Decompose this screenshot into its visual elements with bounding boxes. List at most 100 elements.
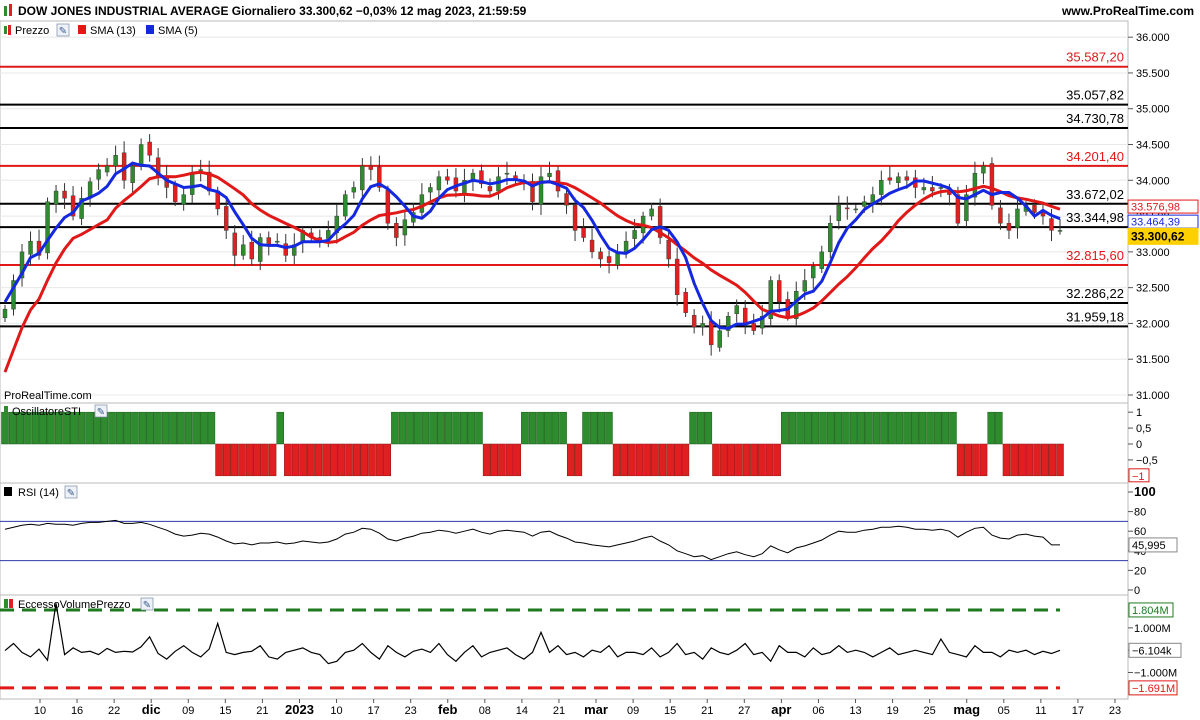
candle-body [351,187,357,193]
candle-body [1015,208,1020,229]
wrench-icon[interactable]: ✎ [140,597,154,611]
wrench-icon[interactable]: ✎ [94,404,108,418]
sti-bar [467,411,476,445]
sti-bar [391,411,399,445]
time-tick-label: feb [438,702,458,717]
wrench-icon[interactable]: ✎ [64,485,78,499]
wrench-icon[interactable]: ✎ [56,23,70,37]
candle-body [283,243,288,256]
sti-bar [918,411,927,445]
level-label: 34.730,78 [1066,111,1124,126]
sti-bar [245,443,254,477]
candle-body [28,240,33,255]
sti-bar [712,443,720,477]
candle-body [249,242,254,260]
candle-body [598,251,603,260]
legend-price: Prezzo [15,25,49,37]
time-tick-label: 2023 [285,702,314,717]
candle-body [232,232,237,256]
time-tick-label: 25 [924,705,936,717]
sti-bar [689,411,697,445]
rsi-title: RSI (14) [18,487,59,499]
volume-title: EccessoVolumePrezzo [18,599,131,611]
time-tick-label: 14 [516,705,528,717]
time-tick-label: 21 [256,705,268,717]
time-tick-label: 15 [664,705,676,717]
time-tick-label: 17 [1072,705,1084,717]
sti-bar [406,411,414,445]
level-label: 33.672,02 [1066,187,1124,202]
sti-bar [322,443,330,477]
candle-body [181,194,186,205]
sti-bar [544,411,552,445]
candle-body [606,256,612,263]
price-tick-label: 32.500 [1136,283,1170,295]
sti-bar [651,443,659,477]
sti-bar [437,411,445,445]
candle-body [811,265,816,279]
sti-bar [1,411,9,445]
sti-bar [903,411,911,445]
candle-body [743,307,748,324]
sti-bar [857,411,865,445]
candle-body [147,141,152,156]
sti-bar [528,411,537,445]
volume-upper-label: 1.804M [1132,605,1169,617]
sti-bar [765,443,774,477]
time-tick-label: 21 [553,705,565,717]
sti-bar [1056,443,1064,477]
sti-bar [811,411,820,445]
sti-tick-label: 1 [1136,407,1142,419]
volume-legend-swatch [4,599,8,608]
candle-body [555,170,561,192]
sti-bar [253,443,262,477]
candle-body [241,244,246,256]
sti-bar [674,443,682,477]
candle-body [258,237,263,262]
candle-body [445,176,450,181]
sti-bar [123,411,132,445]
sti-bar [1040,443,1049,477]
rsi-panel [0,482,1129,596]
candle-body [572,205,578,231]
price-tick-label: 34.000 [1136,175,1170,187]
sti-bar [964,443,973,477]
sti-bar [681,443,690,477]
sti-bar [566,443,575,477]
sti-bar [307,443,315,477]
candle-body [1032,205,1037,213]
candle-body [904,176,910,181]
sti-bar [949,411,957,445]
sti-bar [368,443,376,477]
sti-bar [314,443,323,477]
candle-body [224,206,229,231]
time-tick-label: 17 [367,705,379,717]
sma13-swatch [78,25,86,34]
time-tick-label: 27 [738,705,750,717]
price-tick-label: 33.000 [1136,247,1170,259]
price-tick-label: 35.500 [1136,68,1170,80]
rsi-tick-label: 80 [1134,507,1146,519]
rsi-legend-swatch [4,487,12,496]
candle-body [343,194,348,217]
sti-bar [337,443,346,477]
candle-body [632,230,637,239]
sti-axis: 1 0,5 0 −0,5 −1 [1128,407,1158,483]
sti-bar [421,411,430,445]
sti-bar [177,411,185,445]
sti-bar [735,443,743,477]
price-badge-label: 33.300,62 [1131,229,1185,243]
sti-bar [345,443,353,477]
time-tick-label: 08 [479,705,491,717]
sti-bar [696,411,705,445]
chart-canvas: DOW JONES INDUSTRIAL AVERAGE Giornaliero… [0,0,1200,717]
candle-body [896,176,901,183]
sti-bar [276,411,284,445]
sti-bar [299,443,307,477]
sti-bar [85,411,93,445]
time-tick-label: 05 [998,705,1010,717]
sti-bar [582,411,590,445]
price-legend: Prezzo ✎ SMA (13) SMA (5) [4,23,198,37]
sti-bar [215,443,223,477]
volume-lower-label: −1.691M [1132,683,1175,695]
